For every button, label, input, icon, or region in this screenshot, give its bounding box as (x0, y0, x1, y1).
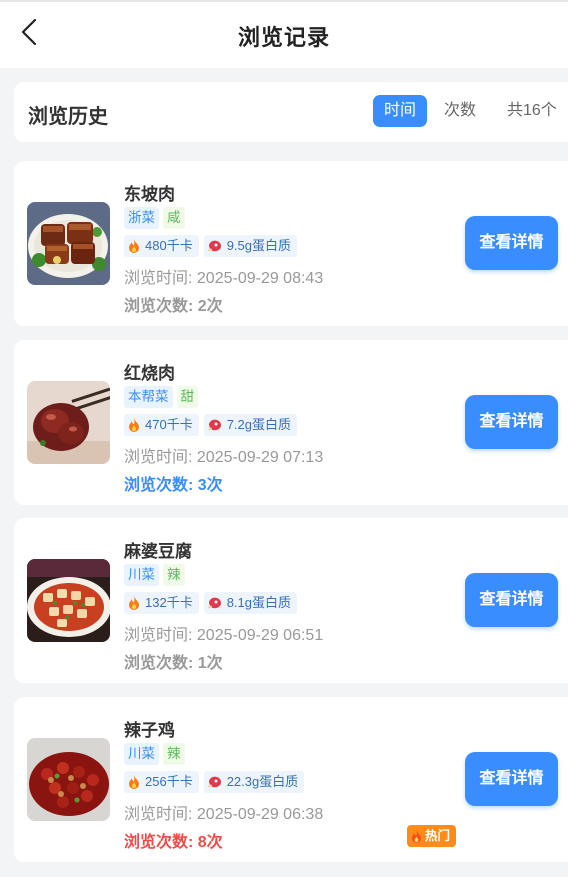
flame-icon (411, 829, 422, 843)
cuisine-tag: 本帮菜 (124, 386, 173, 408)
calories-pill: 132千卡 (124, 592, 199, 614)
total-count: 共16个 (507, 102, 557, 119)
calories-pill: 256千卡 (124, 771, 199, 793)
hot-badge-label: 热门 (425, 829, 451, 843)
protein-pill: 9.5g蛋白质 (203, 235, 298, 257)
history-item-card[interactable]: 红烧肉 本帮菜 甜 470千卡 7.2g蛋白质 浏览时间: 2025-09-29… (14, 340, 568, 505)
browse-time: 浏览时间: 2025-09-29 06:51 (124, 627, 324, 644)
flame-icon (129, 418, 139, 432)
meat-icon (207, 776, 221, 787)
taste-tag: 辣 (163, 564, 185, 586)
tag-list: 浙菜 咸 (124, 207, 185, 229)
browse-count: 浏览次数: 8次 (124, 834, 223, 851)
protein-value: 22.3g蛋白质 (226, 774, 299, 789)
hot-badge: 热门 (407, 825, 457, 847)
view-detail-button[interactable]: 查看详情 (465, 752, 558, 806)
history-item-card[interactable]: 辣子鸡 川菜 辣 256千卡 22.3g蛋白质 浏览时间: 2025-09-29… (14, 697, 568, 862)
nutrition-info: 256千卡 22.3g蛋白质 (124, 771, 305, 793)
nutrition-info: 480千卡 9.5g蛋白质 (124, 235, 298, 257)
sort-tab-count[interactable]: 次数 (444, 95, 476, 127)
taste-tag: 咸 (163, 207, 185, 229)
tag-list: 川菜 辣 (124, 564, 185, 586)
history-title: 浏览历史 (28, 106, 108, 128)
cuisine-tag: 浙菜 (124, 207, 159, 229)
cuisine-tag: 川菜 (124, 743, 159, 765)
taste-tag: 甜 (176, 386, 198, 408)
browse-count: 浏览次数: 1次 (124, 655, 223, 672)
cuisine-tag: 川菜 (124, 564, 159, 586)
nutrition-info: 132千卡 8.1g蛋白质 (124, 592, 298, 614)
dish-image (27, 381, 110, 464)
taste-tag: 辣 (163, 743, 185, 765)
history-item-card[interactable]: 东坡肉 浙菜 咸 480千卡 9.5g蛋白质 浏览时间: 2025-09-29 … (14, 161, 568, 326)
page-title: 浏览记录 (237, 25, 330, 50)
tag-list: 川菜 辣 (124, 743, 185, 765)
protein-value: 8.1g蛋白质 (226, 595, 292, 610)
nav-bar: 浏览记录 (0, 2, 568, 68)
protein-value: 9.5g蛋白质 (226, 238, 292, 253)
browse-count: 浏览次数: 3次 (124, 477, 223, 494)
flame-icon (129, 775, 139, 789)
dish-name: 麻婆豆腐 (124, 542, 192, 561)
browse-time: 浏览时间: 2025-09-29 08:43 (124, 270, 324, 287)
calories-pill: 470千卡 (124, 414, 199, 436)
calories-value: 480千卡 (145, 238, 193, 253)
dish-name: 辣子鸡 (124, 721, 175, 740)
dish-name: 东坡肉 (124, 185, 175, 204)
browse-time: 浏览时间: 2025-09-29 06:38 (124, 806, 324, 823)
view-detail-button[interactable]: 查看详情 (465, 216, 558, 270)
nutrition-info: 470千卡 7.2g蛋白质 (124, 414, 298, 436)
sort-tab-time[interactable]: 时间 (373, 95, 428, 127)
flame-icon (129, 239, 139, 253)
protein-pill: 8.1g蛋白质 (203, 592, 298, 614)
tag-list: 本帮菜 甜 (124, 386, 198, 408)
protein-pill: 22.3g蛋白质 (203, 771, 305, 793)
meat-icon (207, 419, 221, 430)
protein-pill: 7.2g蛋白质 (203, 414, 298, 436)
meat-icon (207, 240, 221, 251)
view-detail-button[interactable]: 查看详情 (465, 573, 558, 627)
history-item-card[interactable]: 麻婆豆腐 川菜 辣 132千卡 8.1g蛋白质 浏览时间: 2025-09-29… (14, 518, 568, 683)
dish-image (27, 559, 110, 642)
view-detail-button[interactable]: 查看详情 (465, 395, 558, 449)
dish-image (27, 738, 110, 821)
calories-pill: 480千卡 (124, 235, 199, 257)
browse-time: 浏览时间: 2025-09-29 07:13 (124, 449, 324, 466)
dish-name: 红烧肉 (124, 364, 175, 383)
dish-image (27, 202, 110, 285)
history-header-card: 浏览历史 时间 次数 共16个 (14, 82, 568, 142)
meat-icon (207, 597, 221, 608)
protein-value: 7.2g蛋白质 (226, 417, 292, 432)
browse-count: 浏览次数: 2次 (124, 298, 223, 315)
calories-value: 256千卡 (145, 774, 193, 789)
flame-icon (129, 596, 139, 610)
calories-value: 132千卡 (145, 595, 193, 610)
calories-value: 470千卡 (145, 417, 193, 432)
